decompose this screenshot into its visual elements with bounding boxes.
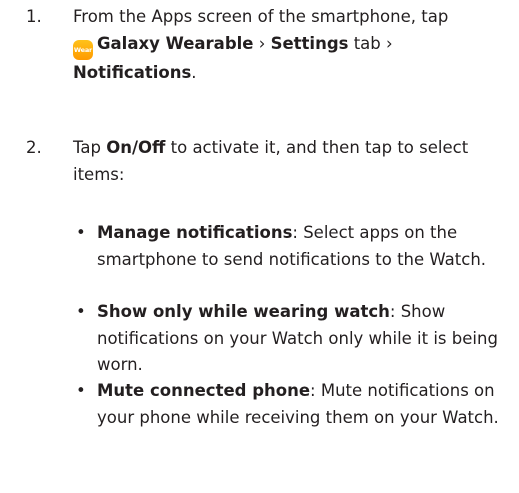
bullet-icon: • — [76, 223, 86, 242]
step-number: 2. — [26, 138, 42, 157]
wear-icon-label: Wear — [73, 45, 93, 54]
step-1-end: . — [191, 62, 197, 82]
list-item-title: Mute connected phone — [97, 381, 311, 400]
notifications-label: Notifications — [73, 62, 192, 82]
list-item-text: Mute connected phone: Mute notifications… — [97, 378, 515, 431]
wear-app-icon: Wear — [73, 39, 93, 60]
menu-separator: › — [253, 33, 271, 53]
step-1-text: From the Apps screen of the smartphone, … — [73, 4, 513, 86]
step-number: 1. — [26, 7, 42, 26]
settings-label: Settings — [270, 33, 349, 53]
tab-text: tab › — [348, 33, 393, 53]
list-item-text: Show only while wearing watch: Show noti… — [97, 299, 515, 379]
list-item-title: Show only while wearing watch — [97, 302, 390, 321]
app-name-galaxy-wearable: Galaxy Wearable — [97, 33, 254, 53]
step-1-prefix: From the Apps screen of the smartphone, … — [73, 7, 449, 26]
document-page: 1. From the Apps screen of the smartphon… — [0, 0, 519, 493]
step-2-tap: Tap — [73, 138, 107, 157]
list-item-title: Manage notifications — [97, 223, 293, 242]
bullet-icon: • — [76, 381, 86, 400]
step-2-text: Tap On/Off to activate it, and then tap … — [73, 135, 513, 188]
on-off-label: On/Off — [106, 138, 166, 157]
list-item-text: Manage notifications: Select apps on the… — [97, 220, 515, 273]
bullet-icon: • — [76, 302, 86, 321]
